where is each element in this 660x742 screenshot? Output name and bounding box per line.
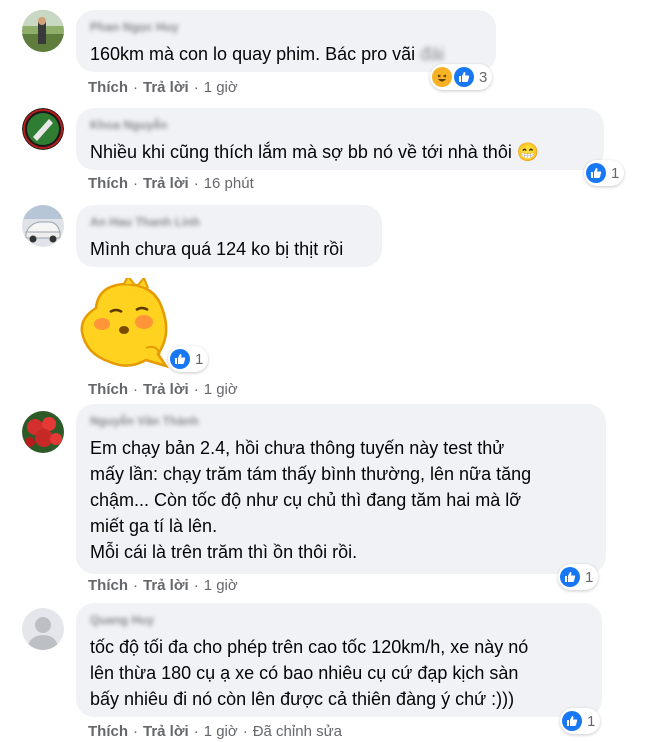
comment-bubble: Khoa Nguyễn Nhiều khi cũng thích lắm mà … [76,108,604,170]
avatar[interactable] [22,108,64,150]
comment-bubble: Nguyễn Văn Thành Em chạy bản 2.4, hồi ch… [76,404,606,574]
reaction-count: 1 [587,712,596,730]
avatar[interactable] [22,205,64,247]
comment-text: Mình chưa quá 124 ko bị thịt rồi [90,239,344,259]
reaction-summary[interactable]: 1 [168,346,209,372]
comment-author[interactable]: Phan Ngọc Huy [90,19,482,35]
like-button[interactable]: Thích [88,723,128,740]
reply-button[interactable]: Trả lời [143,577,189,594]
comment-author[interactable]: Khoa Nguyễn [90,117,590,133]
reaction-summary[interactable]: 1 [584,160,625,186]
comment-text: tốc độ tối đa cho phép trên cao tốc 120k… [90,637,529,709]
comment-time[interactable]: 1 giờ [204,381,238,398]
comment-author[interactable]: An Hau Thanh Linh [90,214,368,230]
comment-actions: Thích · Trả lời · 1 giờ [88,79,238,96]
comment-author[interactable]: Nguyễn Văn Thành [90,413,592,429]
reply-button[interactable]: Trả lời [143,381,189,398]
avatar[interactable] [22,411,64,453]
reaction-count: 1 [611,164,620,182]
comment-bubble: Phan Ngọc Huy 160km mà con lo quay phim.… [76,10,496,72]
reaction-summary[interactable]: 1 [558,564,599,590]
reply-button[interactable]: Trả lời [143,723,189,740]
like-icon [560,567,580,587]
comment-text: 160km mà con lo quay phim. Bác pro vãi đ… [90,44,445,64]
reaction-summary[interactable]: 3 [430,64,493,90]
comment-time[interactable]: 1 giờ [204,577,238,594]
like-button[interactable]: Thích [88,175,128,192]
like-icon [454,67,474,87]
comment-text: Em chạy bản 2.4, hồi chưa thông tuyến nà… [90,438,532,562]
like-button[interactable]: Thích [88,79,128,96]
comment-actions: Thích · Trả lời · 1 giờ [88,577,238,594]
reply-button[interactable]: Trả lời [143,79,189,96]
comment-author[interactable]: Quang Huy [90,612,588,628]
avatar[interactable] [22,608,64,650]
reaction-count: 3 [479,68,488,86]
like-button[interactable]: Thích [88,381,128,398]
yellow-dinosaur-sticker [76,274,176,374]
reaction-count: 1 [195,350,204,368]
like-icon [562,711,582,731]
reply-button[interactable]: Trả lời [143,175,189,192]
avatar[interactable] [22,10,64,52]
comment-actions: Thích · Trả lời · 1 giờ · Đã chỉnh sửa [88,723,342,740]
comment-actions: Thích · Trả lời · 1 giờ [88,381,238,398]
comment-time[interactable]: 1 giờ [204,723,238,740]
reaction-summary[interactable]: 1 [560,708,601,734]
comment-time[interactable]: 16 phút [204,175,254,192]
comment-text: Nhiều khi cũng thích lắm mà sợ bb nó về … [90,142,540,162]
comment-bubble: Quang Huy tốc độ tối đa cho phép trên ca… [76,603,602,717]
edited-label[interactable]: Đã chỉnh sửa [253,723,342,740]
like-icon [170,349,190,369]
comment-time[interactable]: 1 giờ [204,79,238,96]
comment-bubble: An Hau Thanh Linh Mình chưa quá 124 ko b… [76,205,382,267]
comment-actions: Thích · Trả lời · 16 phút [88,175,254,192]
reaction-count: 1 [585,568,594,586]
like-button[interactable]: Thích [88,577,128,594]
haha-icon [432,67,452,87]
like-icon [586,163,606,183]
